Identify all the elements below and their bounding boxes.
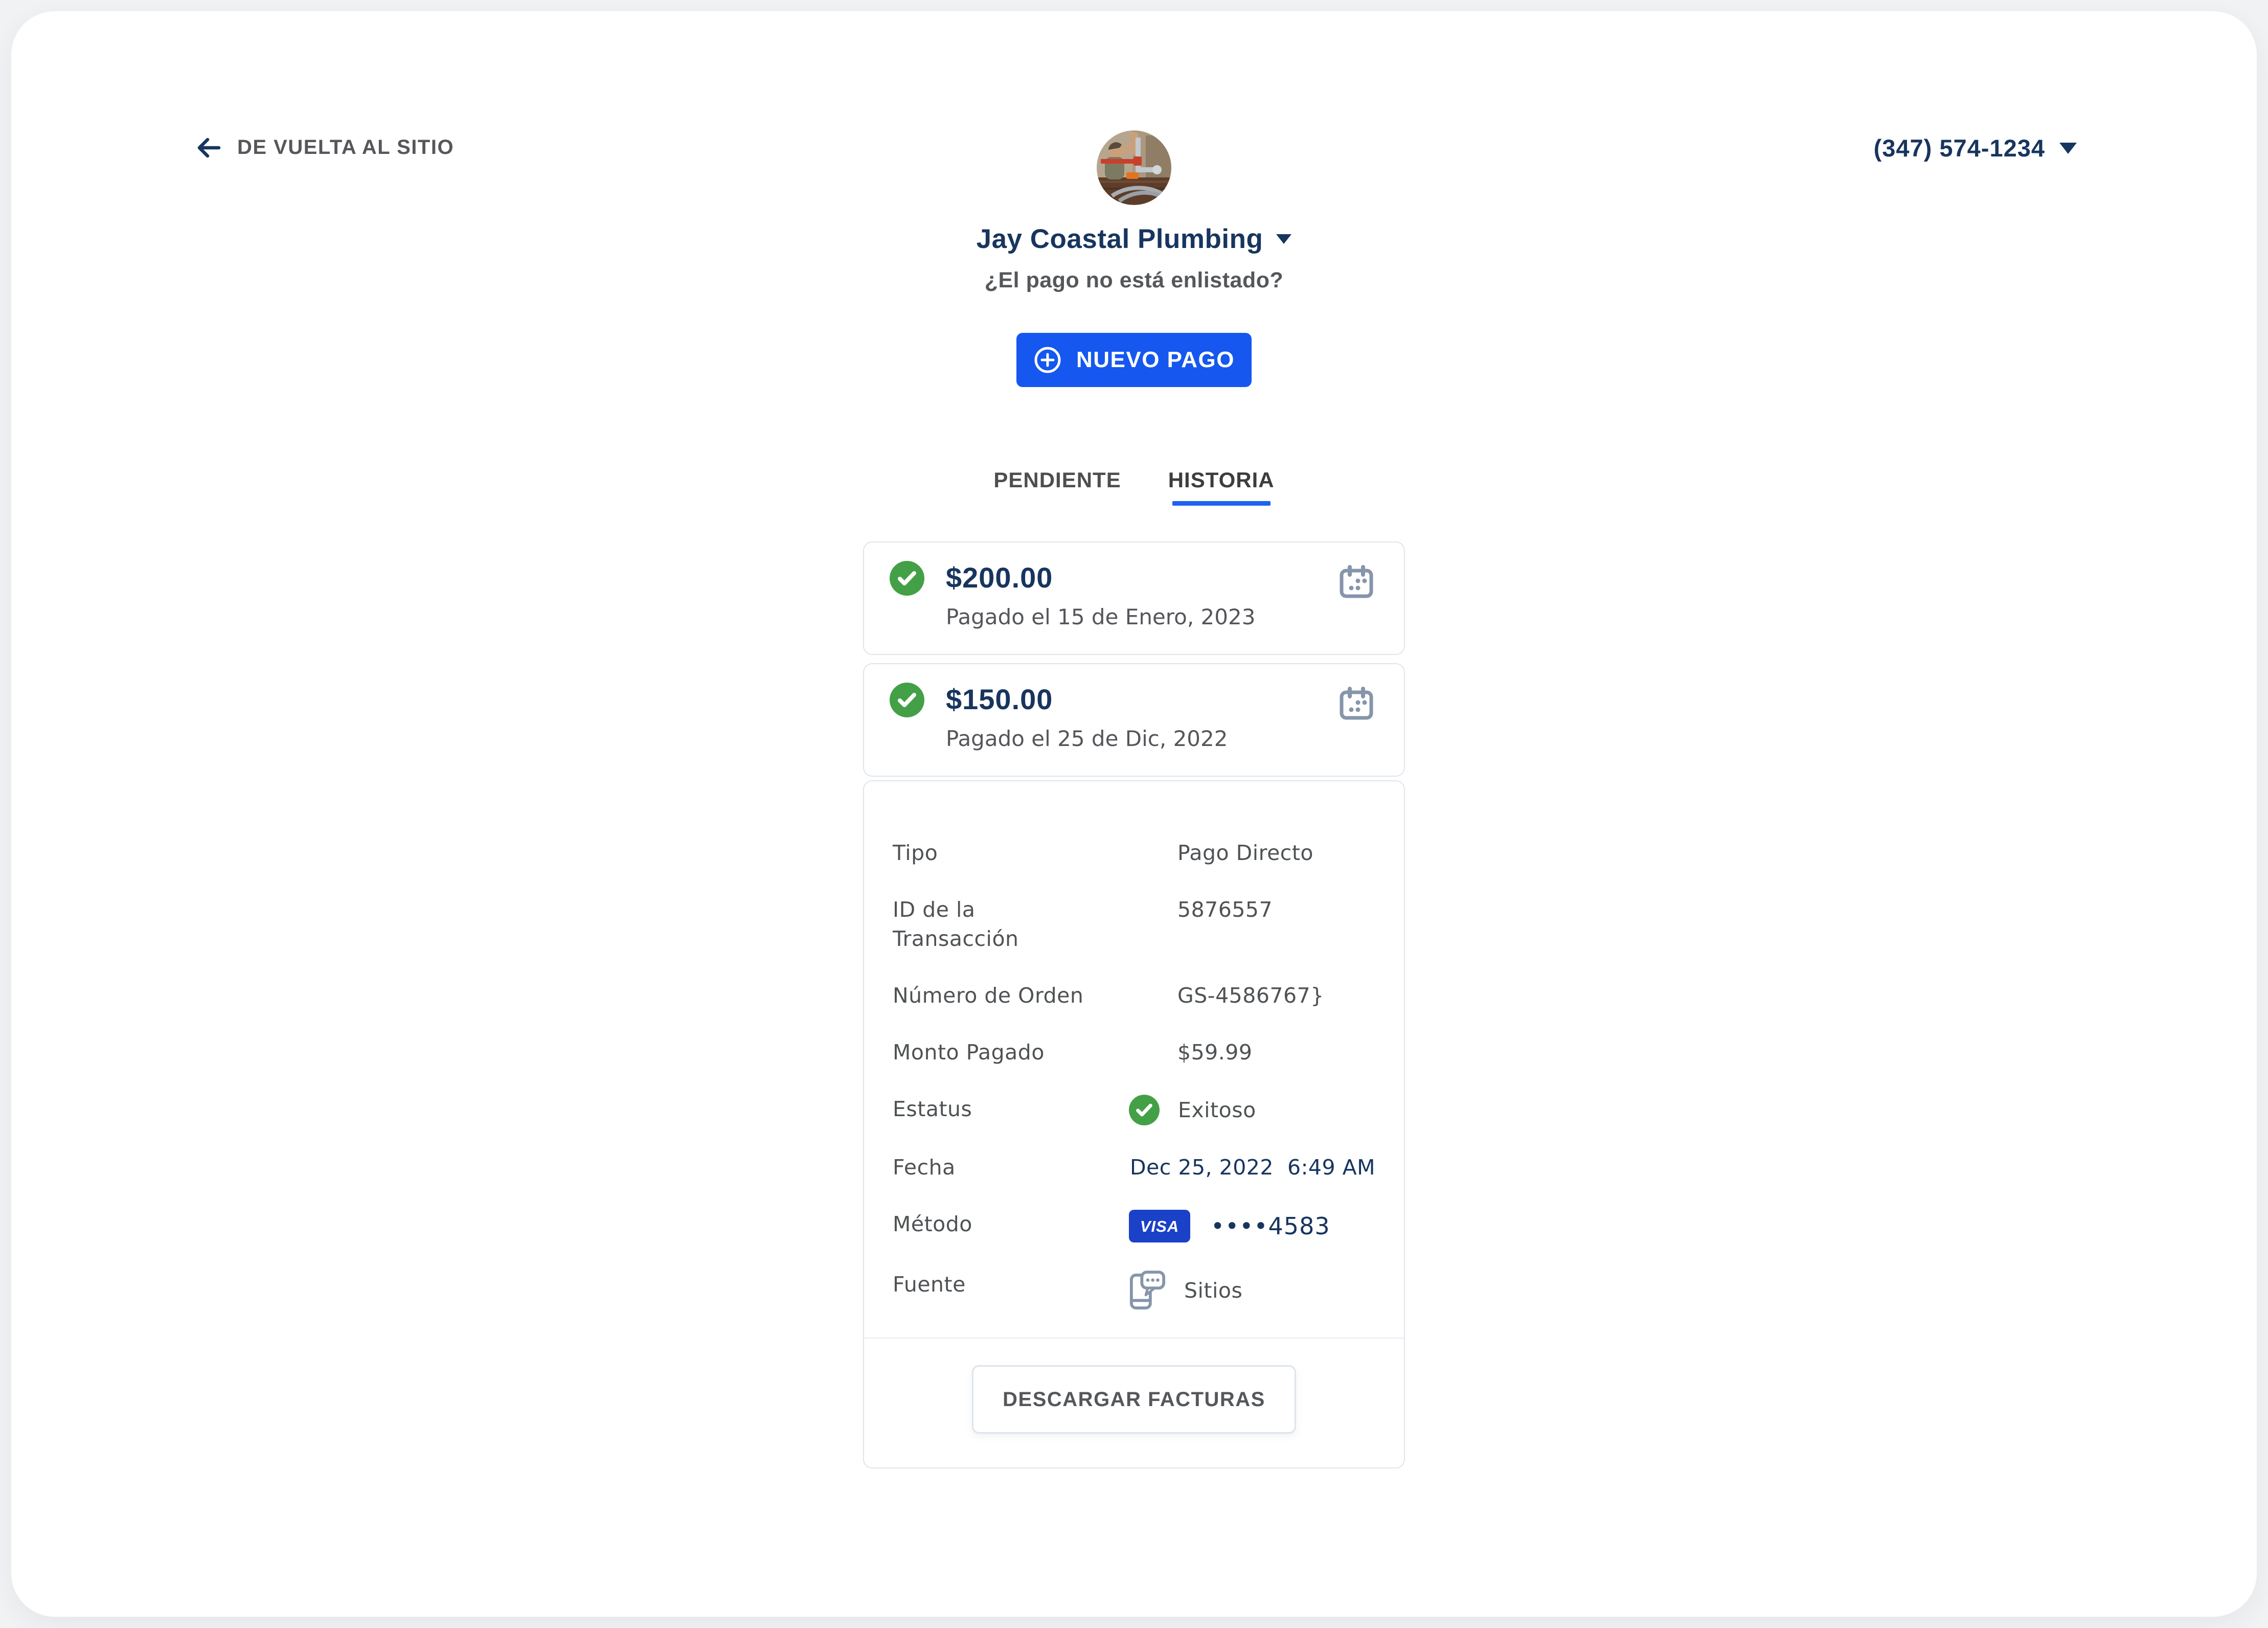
detail-row-date: Fecha Dec 25, 2022 6:49 AM: [893, 1153, 1375, 1182]
new-payment-button[interactable]: NUEVO PAGO: [1016, 333, 1252, 387]
payment-amount: $150.00: [946, 683, 1053, 715]
detail-value: $59.99: [1177, 1040, 1253, 1065]
detail-label: Método: [893, 1212, 972, 1236]
success-check-icon: [890, 683, 924, 717]
payment-amount: $200.00: [946, 561, 1053, 594]
source-text: Sitios: [1184, 1278, 1243, 1303]
detail-value-source: Sitios: [1129, 1270, 1375, 1311]
device-chat-icon: [1129, 1271, 1166, 1309]
plumber-photo: [1097, 130, 1171, 205]
detail-value-method: VISA ••••4583: [1129, 1210, 1375, 1242]
success-check-icon: [1129, 1095, 1160, 1125]
detail-label: Fuente: [893, 1272, 966, 1297]
detail-label: Número de Orden: [893, 983, 1084, 1008]
business-name-dropdown[interactable]: Jay Coastal Plumbing: [977, 223, 1292, 255]
page-background: DE VUELTA AL SITIO (347) 574-1234 Jay Co…: [0, 0, 2268, 1628]
detail-row-order-number: Número de Orden GS-4586767}: [893, 981, 1375, 1010]
payment-info: $200.00 Pagado el 15 de Enero, 2023: [946, 561, 1255, 630]
payment-date-text: Pagado el 25 de Dic, 2022: [946, 726, 1228, 751]
business-avatar: [1097, 130, 1171, 205]
payment-date-text: Pagado el 15 de Enero, 2023: [946, 604, 1256, 629]
detail-row-method: Método VISA ••••4583: [893, 1210, 1375, 1242]
payment-card-150[interactable]: $150.00 Pagado el 25 de Dic, 2022: [863, 663, 1405, 777]
tab-bar: PENDIENTE HISTORIA: [993, 468, 1274, 506]
detail-label: Monto Pagado: [893, 1040, 1045, 1065]
plus-circle-icon: [1034, 347, 1061, 373]
detail-row-source: Fuente Sitios: [893, 1270, 1375, 1311]
tab-pendiente[interactable]: PENDIENTE: [993, 468, 1121, 506]
card-last-digits: ••••4583: [1211, 1212, 1330, 1240]
status-text: Exitoso: [1178, 1097, 1256, 1122]
success-check-icon: [890, 561, 924, 596]
download-section: DESCARGAR FACTURAS: [864, 1338, 1404, 1467]
detail-row-status: Estatus Exitoso: [893, 1095, 1375, 1125]
detail-value-status: Exitoso: [1129, 1095, 1375, 1125]
detail-label: Tipo: [893, 841, 938, 865]
detail-label: Fecha: [893, 1155, 956, 1180]
payment-card-200[interactable]: $200.00 Pagado el 15 de Enero, 2023: [863, 541, 1405, 655]
detail-row-tipo: Tipo Pago Directo: [893, 839, 1375, 868]
portal-panel: DE VUELTA AL SITIO (347) 574-1234 Jay Co…: [11, 11, 2257, 1617]
payment-list: $200.00 Pagado el 15 de Enero, 2023 $150…: [863, 541, 1405, 1468]
detail-label: ID de la Transacción: [893, 897, 1019, 951]
download-invoices-button[interactable]: DESCARGAR FACTURAS: [972, 1365, 1296, 1434]
calendar-icon: [1340, 687, 1373, 720]
payment-details: Tipo Pago Directo ID de la Transacción 5…: [864, 781, 1404, 1338]
business-name: Jay Coastal Plumbing: [976, 224, 1263, 254]
main-column: Jay Coastal Plumbing ¿El pago no está en…: [11, 130, 2257, 1468]
detail-label: Estatus: [893, 1097, 972, 1121]
visa-badge: VISA: [1129, 1210, 1190, 1242]
tab-historia[interactable]: HISTORIA: [1168, 468, 1275, 506]
detail-value: Pago Directo: [1177, 841, 1313, 865]
payment-info: $150.00 Pagado el 25 de Dic, 2022: [946, 683, 1228, 752]
calendar-icon: [1340, 565, 1373, 598]
detail-row-amount-paid: Monto Pagado $59.99: [893, 1038, 1375, 1067]
detail-value: 5876557: [1177, 897, 1273, 922]
chevron-down-icon: [1276, 234, 1292, 244]
detail-value: GS-4586767}: [1177, 983, 1324, 1008]
detail-row-transaction-id: ID de la Transacción 5876557: [893, 895, 1375, 954]
payment-not-listed-text: ¿El pago no está enlistado?: [984, 268, 1284, 292]
detail-value-date: Dec 25, 2022 6:49 AM: [1130, 1155, 1376, 1180]
new-payment-label: NUEVO PAGO: [1076, 347, 1235, 372]
payment-details-panel: Tipo Pago Directo ID de la Transacción 5…: [863, 780, 1405, 1468]
